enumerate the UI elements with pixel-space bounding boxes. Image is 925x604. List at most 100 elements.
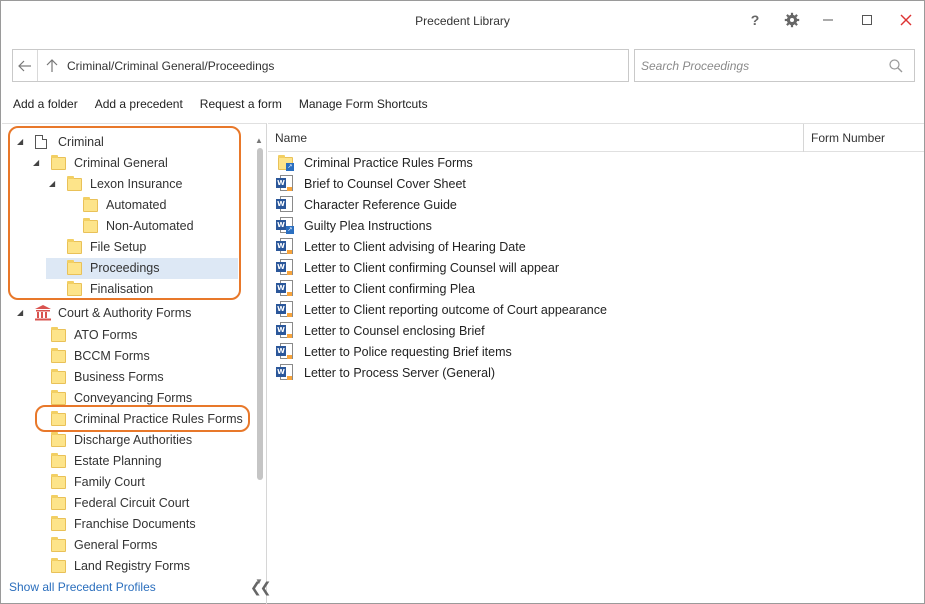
word-document-icon: W: [276, 196, 294, 213]
list-item[interactable]: W Letter to Client advising of Hearing D…: [276, 236, 526, 257]
request-form-button[interactable]: Request a form: [200, 97, 282, 115]
up-arrow-icon[interactable]: [43, 50, 61, 81]
tree-item-label: Court & Authority Forms: [58, 306, 192, 320]
scroll-up-icon[interactable]: ▲: [255, 136, 263, 145]
tree-item-label: Estate Planning: [74, 454, 162, 468]
word-document-icon: W: [276, 322, 294, 339]
tree-item-label: File Setup: [90, 240, 147, 254]
tree-item-proceedings[interactable]: Proceedings: [46, 258, 238, 279]
list-item[interactable]: W Letter to Process Server (General): [276, 362, 495, 383]
word-document-icon: W: [276, 364, 294, 381]
list-item-label: Letter to Client confirming Counsel will…: [304, 260, 559, 275]
folder-icon: [51, 495, 66, 510]
help-icon[interactable]: ?: [743, 9, 767, 31]
list-item-label: Letter to Client confirming Plea: [304, 281, 475, 296]
tree-item-label: Franchise Documents: [74, 517, 196, 531]
list-item[interactable]: ↗ Criminal Practice Rules Forms: [276, 152, 473, 173]
folder-icon: [51, 558, 66, 573]
list-header: Name Form Number: [268, 123, 924, 152]
back-arrow-icon[interactable]: [13, 50, 38, 81]
folder-icon: [83, 197, 98, 212]
folder-icon: [67, 176, 82, 191]
expanded-arrow-icon[interactable]: ◢: [49, 179, 59, 188]
word-document-icon: W: [276, 175, 294, 192]
folder-icon: [51, 390, 66, 405]
list-item[interactable]: W ↗ Guilty Plea Instructions: [276, 215, 432, 236]
folder-tree-panel: ◢ Criminal ◢ Criminal General ◢ Lexon In…: [2, 123, 267, 604]
list-item[interactable]: W Letter to Client confirming Plea: [276, 278, 475, 299]
folder-icon: [51, 537, 66, 552]
folder-icon: [51, 453, 66, 468]
list-item-label: Letter to Police requesting Brief items: [304, 344, 512, 359]
tree-item-label: Criminal: [58, 135, 104, 149]
tree-scrollbar[interactable]: ▲ ▼: [255, 136, 263, 586]
show-all-profiles-link[interactable]: Show all Precedent Profiles: [9, 580, 156, 594]
list-item-label: Brief to Counsel Cover Sheet: [304, 176, 466, 191]
folder-shortcut-icon: ↗: [276, 154, 294, 171]
folder-icon: [51, 474, 66, 489]
tree-item-label: Family Court: [74, 475, 145, 489]
list-item[interactable]: W Character Reference Guide: [276, 194, 457, 215]
tree-item-label: Non-Automated: [106, 219, 194, 233]
add-precedent-button[interactable]: Add a precedent: [95, 97, 183, 115]
tree-item-label: Conveyancing Forms: [74, 391, 193, 405]
maximize-icon[interactable]: [855, 9, 879, 31]
search-icon[interactable]: [888, 58, 904, 74]
list-item[interactable]: W Letter to Police requesting Brief item…: [276, 341, 512, 362]
expanded-arrow-icon[interactable]: ◢: [17, 308, 27, 317]
list-item-label: Guilty Plea Instructions: [304, 218, 432, 233]
list-item-label: Letter to Client advising of Hearing Dat…: [304, 239, 526, 254]
column-divider[interactable]: [803, 124, 804, 152]
tree-item-label: Criminal Practice Rules Forms: [74, 412, 243, 426]
list-item-label: Letter to Client reporting outcome of Co…: [304, 302, 607, 317]
gear-icon[interactable]: [780, 9, 804, 31]
folder-icon: [67, 281, 82, 296]
list-item[interactable]: W Letter to Client reporting outcome of …: [276, 299, 607, 320]
manage-form-shortcuts-button[interactable]: Manage Form Shortcuts: [299, 97, 428, 115]
list-item-label: Letter to Counsel enclosing Brief: [304, 323, 485, 338]
folder-icon: [51, 411, 66, 426]
precedent-library-window: Precedent Library ? Criminal/Criminal Ge…: [0, 0, 925, 604]
tree-item-label: BCCM Forms: [74, 349, 150, 363]
list-item[interactable]: W Letter to Counsel enclosing Brief: [276, 320, 485, 341]
address-bar[interactable]: Criminal/Criminal General/Proceedings: [12, 49, 629, 82]
toolbar: Add a folder Add a precedent Request a f…: [13, 97, 445, 115]
tree-item-label: Automated: [106, 198, 167, 212]
expanded-arrow-icon[interactable]: ◢: [33, 158, 43, 167]
tree-item-label: Business Forms: [74, 370, 164, 384]
folder-icon: [51, 155, 66, 170]
close-icon[interactable]: [894, 9, 918, 31]
column-header-name[interactable]: Name: [275, 131, 307, 145]
title-bar: Precedent Library ?: [1, 1, 924, 41]
tree-item-label: Discharge Authorities: [74, 433, 193, 447]
tree-item-label: Lexon Insurance: [90, 177, 183, 191]
folder-icon: [51, 516, 66, 531]
word-document-icon: W: [276, 259, 294, 276]
breadcrumb[interactable]: Criminal/Criminal General/Proceedings: [67, 59, 274, 73]
expanded-arrow-icon[interactable]: ◢: [17, 137, 27, 146]
list-item-label: Character Reference Guide: [304, 197, 457, 212]
word-document-icon: W: [276, 301, 294, 318]
add-folder-button[interactable]: Add a folder: [13, 97, 78, 115]
column-header-form-number[interactable]: Form Number: [811, 131, 885, 145]
list-item[interactable]: W Letter to Client confirming Counsel wi…: [276, 257, 559, 278]
scroll-thumb[interactable]: [257, 148, 263, 480]
minimize-icon[interactable]: [816, 9, 840, 31]
word-document-icon: W: [276, 343, 294, 360]
tree-item-label: Finalisation: [90, 282, 154, 296]
word-document-icon: W: [276, 238, 294, 255]
search-box[interactable]: [634, 49, 915, 82]
collapse-panel-icon[interactable]: ❮❮: [250, 579, 272, 596]
folder-icon: [51, 327, 66, 342]
tree-item-label: Federal Circuit Court: [74, 496, 190, 510]
document-icon: [35, 135, 47, 149]
list-item[interactable]: W Brief to Counsel Cover Sheet: [276, 173, 466, 194]
tree-item-label: Proceedings: [90, 261, 160, 275]
list-item-label: Letter to Process Server (General): [304, 365, 496, 380]
folder-icon: [51, 432, 66, 447]
folder-icon: [51, 348, 66, 363]
word-document-shortcut-icon: W ↗: [276, 217, 294, 234]
folder-icon: [83, 218, 98, 233]
tree-item-label: General Forms: [74, 538, 158, 552]
search-input[interactable]: [641, 56, 881, 76]
